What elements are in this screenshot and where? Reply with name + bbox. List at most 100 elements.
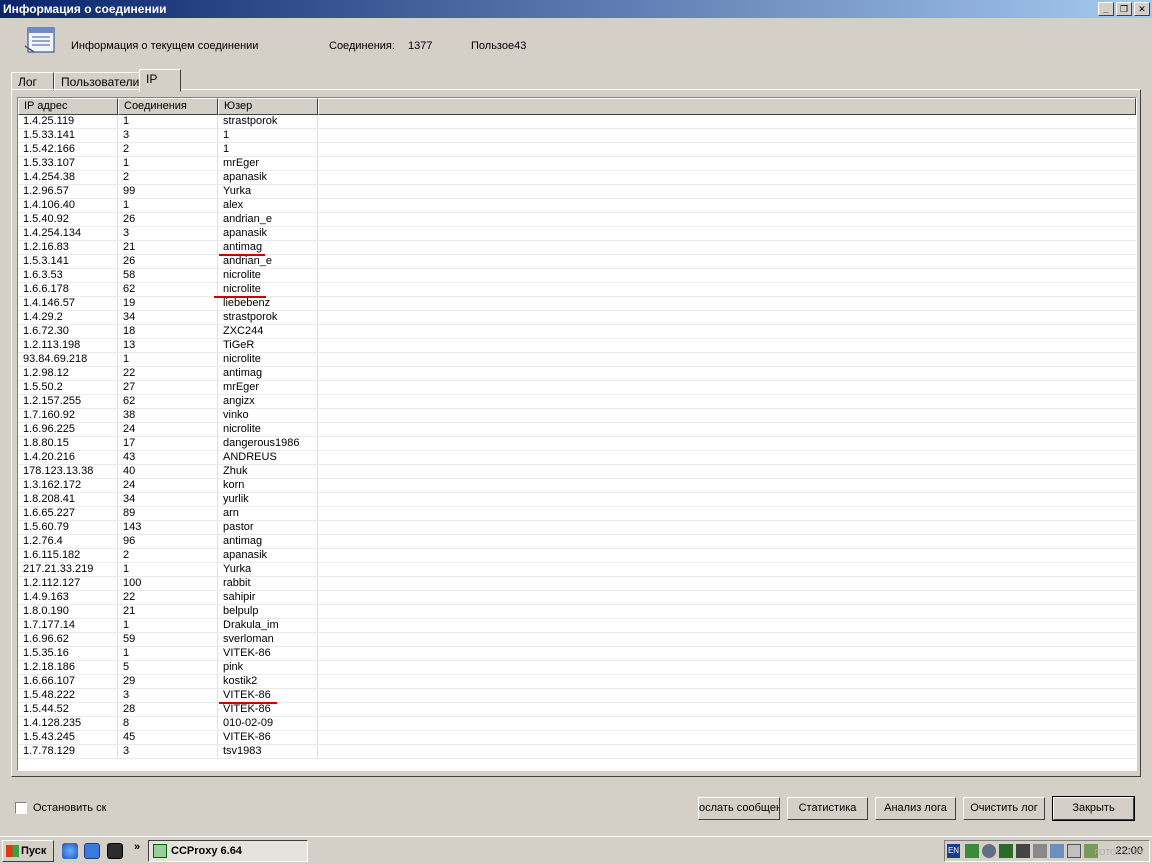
connections-cell: 24	[118, 423, 218, 436]
ip-cell: 1.2.98.12	[18, 367, 118, 380]
table-row[interactable]: 1.2.98.12 22 antimag	[18, 367, 1136, 381]
quicklaunch-chevron[interactable]: »	[134, 841, 140, 853]
ip-cell: 1.6.3.53	[18, 269, 118, 282]
search-tray-icon[interactable]	[982, 844, 996, 858]
table-row[interactable]: 1.6.72.30 18 ZXC244	[18, 325, 1136, 339]
table-row[interactable]: 1.7.177.14 1 Drakula_im	[18, 619, 1136, 633]
connections-cell: 2	[118, 549, 218, 562]
table-row[interactable]: 1.8.0.190 21 belpulp	[18, 605, 1136, 619]
clear-log-button[interactable]: Очистить лог	[963, 797, 1045, 820]
ip-cell: 1.4.29.2	[18, 311, 118, 324]
table-row[interactable]: 1.2.112.127 100 rabbit	[18, 577, 1136, 591]
network-icon[interactable]	[965, 844, 979, 858]
table-row[interactable]: 1.5.33.107 1 mrEger	[18, 157, 1136, 171]
table-row[interactable]: 1.6.6.178 62 nicrolite	[18, 283, 1136, 297]
app-tray-icon[interactable]	[1016, 844, 1030, 858]
close-window-button[interactable]: ✕	[1134, 2, 1150, 16]
connections-cell: 21	[118, 241, 218, 254]
table-row[interactable]: 1.4.146.57 19 liebebenz	[18, 297, 1136, 311]
monitor-tray-icon[interactable]	[999, 844, 1013, 858]
table-row[interactable]: 1.4.25.119 1 strastporok	[18, 115, 1136, 129]
table-row[interactable]: 1.5.40.92 26 andrian_e	[18, 213, 1136, 227]
connections-cell: 26	[118, 255, 218, 268]
stop-checkbox[interactable]	[15, 802, 27, 814]
server-tray-icon[interactable]	[1067, 844, 1081, 858]
connections-cell: 21	[118, 605, 218, 618]
table-row[interactable]: 1.4.254.38 2 apanasik	[18, 171, 1136, 185]
table-row[interactable]: 1.5.33.141 3 1	[18, 129, 1136, 143]
table-row[interactable]: 1.5.44.52 28 VITEK-86	[18, 703, 1136, 717]
table-row[interactable]: 1.8.208.41 34 yurlik	[18, 493, 1136, 507]
column-header-user[interactable]: Юзер	[218, 98, 318, 115]
close-button[interactable]: Закрыть	[1052, 796, 1135, 821]
minimize-button[interactable]: _	[1098, 2, 1114, 16]
column-header-connections[interactable]: Соединения	[118, 98, 218, 115]
table-row[interactable]: 1.4.20.216 43 ANDREUS	[18, 451, 1136, 465]
table-row[interactable]: 1.5.35.16 1 VITEK-86	[18, 647, 1136, 661]
window-titlebar[interactable]: Информация о соединении _ ❐ ✕	[0, 0, 1152, 18]
connections-cell: 99	[118, 185, 218, 198]
table-row[interactable]: 1.6.66.107 29 kostik2	[18, 675, 1136, 689]
connections-cell: 3	[118, 129, 218, 142]
connections-cell: 22	[118, 591, 218, 604]
table-row[interactable]: 1.5.60.79 143 pastor	[18, 521, 1136, 535]
table-row[interactable]: 1.6.65.227 89 arn	[18, 507, 1136, 521]
table-row[interactable]: 1.4.29.2 34 strastporok	[18, 311, 1136, 325]
table-row[interactable]: 1.2.96.57 99 Yurka	[18, 185, 1136, 199]
table-row[interactable]: 1.4.106.40 1 alex	[18, 199, 1136, 213]
table-row[interactable]: 1.5.48.222 3 VITEK-86	[18, 689, 1136, 703]
internet-explorer-icon[interactable]	[62, 843, 78, 859]
table-row[interactable]: 1.2.113.198 13 TiGeR	[18, 339, 1136, 353]
table-row[interactable]: 1.6.115.182 2 apanasik	[18, 549, 1136, 563]
table-row[interactable]: 1.2.16.83 21 antimag	[18, 241, 1136, 255]
table-row[interactable]: 217.21.33.219 1 Yurka	[18, 563, 1136, 577]
user-cell: 1	[218, 143, 318, 156]
ip-cell: 1.2.18.186	[18, 661, 118, 674]
connections-cell: 43	[118, 451, 218, 464]
terminal-icon[interactable]	[107, 843, 123, 859]
connection-info-icon	[24, 27, 55, 53]
table-row[interactable]: 1.3.162.172 24 korn	[18, 479, 1136, 493]
table-row[interactable]: 1.2.18.186 5 pink	[18, 661, 1136, 675]
user-cell: antimag	[218, 535, 318, 548]
table-row[interactable]: 178.123.13.38 40 Zhuk	[18, 465, 1136, 479]
connections-cell: 45	[118, 731, 218, 744]
connections-cell: 96	[118, 535, 218, 548]
table-row[interactable]: 1.5.3.141 26 andrian_e	[18, 255, 1136, 269]
ip-cell: 1.5.48.222	[18, 689, 118, 702]
analyze-log-button[interactable]: Анализ лога	[875, 797, 956, 820]
tab-ip[interactable]: IP	[139, 69, 181, 92]
table-row[interactable]: 1.2.157.255 62 angizx	[18, 395, 1136, 409]
start-button[interactable]: Пуск	[2, 840, 54, 862]
table-row[interactable]: 1.7.78.129 3 tsv1983	[18, 745, 1136, 759]
connections-cell: 17	[118, 437, 218, 450]
send-message-button[interactable]: ослать сообщен	[698, 797, 780, 820]
ip-cell: 1.5.40.92	[18, 213, 118, 226]
table-row[interactable]: 1.4.128.235 8 010-02-09	[18, 717, 1136, 731]
connections-cell: 3	[118, 689, 218, 702]
restore-button[interactable]: ❐	[1116, 2, 1132, 16]
table-row[interactable]: 1.5.43.245 45 VITEK-86	[18, 731, 1136, 745]
table-row[interactable]: 1.5.42.166 2 1	[18, 143, 1136, 157]
explorer-icon[interactable]	[84, 843, 100, 859]
table-row[interactable]: 1.8.80.15 17 dangerous1986	[18, 437, 1136, 451]
user-cell: ANDREUS	[218, 451, 318, 464]
table-row[interactable]: 1.6.96.62 59 sverloman	[18, 633, 1136, 647]
network-check-icon[interactable]	[1050, 844, 1064, 858]
table-row[interactable]: 1.6.3.53 58 nicrolite	[18, 269, 1136, 283]
ip-list-view[interactable]: IP адрес Соединения Юзер 1.4.25.119 1 stra…	[17, 97, 1137, 771]
language-indicator[interactable]: EN	[947, 844, 960, 858]
table-row[interactable]: 1.6.96.225 24 nicrolite	[18, 423, 1136, 437]
user-cell: alex	[218, 199, 318, 212]
grey-tray-icon[interactable]	[1033, 844, 1047, 858]
table-row[interactable]: 93.84.69.218 1 nicrolite	[18, 353, 1136, 367]
ip-cell: 1.8.0.190	[18, 605, 118, 618]
taskbar-item-ccproxy[interactable]: CCProxy 6.64	[148, 840, 308, 862]
table-row[interactable]: 1.7.160.92 38 vinko	[18, 409, 1136, 423]
table-row[interactable]: 1.2.76.4 96 antimag	[18, 535, 1136, 549]
statistics-button[interactable]: Статистика	[787, 797, 868, 820]
column-header-ip[interactable]: IP адрес	[18, 98, 118, 115]
table-row[interactable]: 1.5.50.2 27 mrEger	[18, 381, 1136, 395]
table-row[interactable]: 1.4.9.163 22 sahipir	[18, 591, 1136, 605]
table-row[interactable]: 1.4.254.134 3 apanasik	[18, 227, 1136, 241]
